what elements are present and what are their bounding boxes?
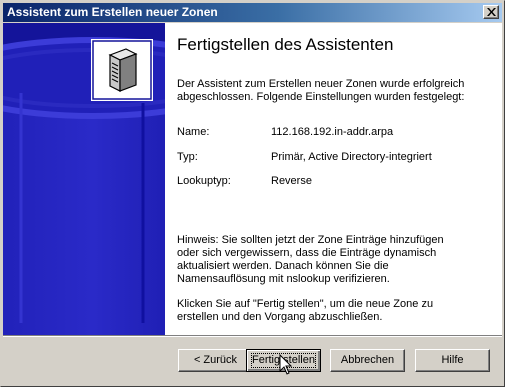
divider-highlight [3,336,502,337]
wizard-window: Assistent zum Erstellen neuer Zonen Fert… [0,0,505,387]
setting-value-lookup: Reverse [271,175,312,187]
setting-value-name: 112.168.192.in-addr.arpa [271,126,394,138]
cancel-button[interactable]: Abbrechen [330,349,405,372]
setting-label-name: Name: [177,126,210,138]
setting-value-type: Primär, Active Directory-integriert [271,151,432,163]
wizard-content: Fertigstellen des Assistenten Der Assist… [3,23,502,335]
back-button[interactable]: < Zurück [178,349,253,372]
wizard-banner [3,23,165,335]
hint-text: Hinweis: Sie sollten jetzt der Zone Eint… [177,234,444,285]
intro-text: Der Assistent zum Erstellen neuer Zonen … [177,78,465,103]
help-button[interactable]: Hilfe [415,349,490,372]
title-bar[interactable]: Assistent zum Erstellen neuer Zonen [3,3,502,22]
finish-instructions: Klicken Sie auf "Fertig stellen", um die… [177,298,434,323]
close-icon [487,8,496,16]
page-title: Fertigstellen des Assistenten [177,35,394,54]
server-icon [108,48,138,92]
cursor-icon [279,354,293,375]
setting-label-lookup: Lookuptyp: [177,175,231,187]
window-title: Assistent zum Erstellen neuer Zonen [7,5,218,19]
close-button[interactable] [483,5,499,19]
setting-label-type: Typ: [177,151,198,163]
